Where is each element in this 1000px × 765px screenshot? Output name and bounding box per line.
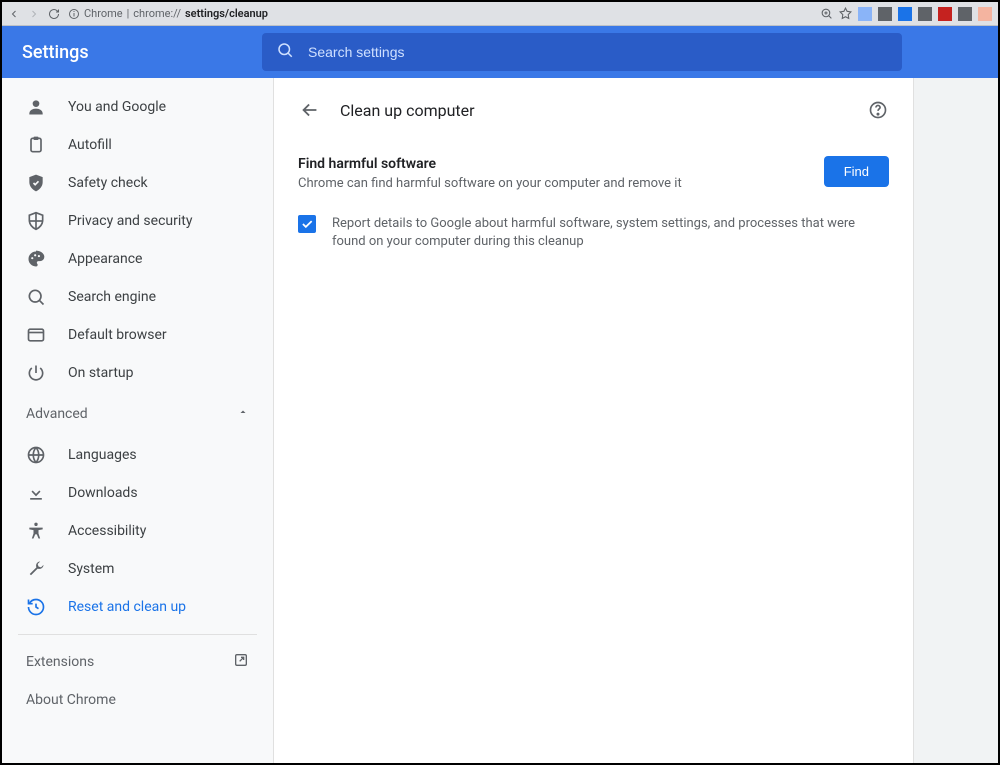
external-link-icon [233,652,249,672]
sidebar-item-on-startup[interactable]: On startup [2,354,273,392]
nav-back-icon[interactable] [8,8,20,20]
nav-forward-icon[interactable] [28,8,40,20]
chevron-up-icon [237,406,249,422]
sidebar-item-label: Safety check [68,175,148,191]
extension-icon[interactable] [878,7,892,21]
find-button[interactable]: Find [824,156,889,187]
search-settings-box[interactable] [262,33,902,71]
sidebar-item-you-and-google[interactable]: You and Google [2,88,273,126]
sidebar-item-label: Autofill [68,137,112,153]
sidebar-item-label: Reset and clean up [68,599,186,615]
sidebar: You and Google Autofill Safety check Pri… [2,78,274,763]
sidebar-item-label: On startup [68,365,134,381]
accessibility-icon [26,521,46,541]
extension-icon[interactable] [918,7,932,21]
address-path: settings/cleanup [185,7,268,20]
globe-icon [26,445,46,465]
shield-check-icon [26,173,46,193]
report-checkbox[interactable] [298,215,316,233]
sidebar-item-label: Downloads [68,485,138,501]
sidebar-divider [18,634,257,635]
person-icon [26,97,46,117]
sidebar-item-privacy-security[interactable]: Privacy and security [2,202,273,240]
restore-icon [26,597,46,617]
wrench-icon [26,559,46,579]
report-caption: Report details to Google about harmful s… [332,215,889,251]
address-scheme: chrome:// [133,7,181,20]
bookmark-star-icon[interactable] [839,7,852,20]
find-harmful-software-row: Find harmful software Chrome can find ha… [298,152,889,209]
sidebar-item-accessibility[interactable]: Accessibility [2,512,273,550]
site-info-icon[interactable] [68,8,80,20]
sidebar-advanced-toggle[interactable]: Advanced [2,392,273,436]
sidebar-item-safety-check[interactable]: Safety check [2,164,273,202]
nav-reload-icon[interactable] [48,8,60,20]
report-details-row: Report details to Google about harmful s… [298,209,889,251]
content-area: Clean up computer Find harmful software … [274,78,998,763]
sidebar-item-label: Privacy and security [68,213,192,229]
browser-window-icon [26,325,46,345]
sidebar-item-extensions[interactable]: Extensions [2,643,273,681]
find-description: Chrome can find harmful software on your… [298,176,682,191]
sidebar-item-label: Search engine [68,289,156,305]
sidebar-item-search-engine[interactable]: Search engine [2,278,273,316]
extension-icon[interactable] [958,7,972,21]
profile-avatar-icon[interactable] [978,7,992,21]
sidebar-item-languages[interactable]: Languages [2,436,273,474]
power-icon [26,363,46,383]
download-icon [26,483,46,503]
sidebar-item-label: You and Google [68,99,166,115]
address-bar[interactable]: Chrome | chrome://settings/cleanup [68,7,268,20]
sidebar-item-about-chrome[interactable]: About Chrome [2,681,273,719]
extension-icon[interactable] [858,7,872,21]
sidebar-item-system[interactable]: System [2,550,273,588]
sidebar-item-label: Accessibility [68,523,146,539]
search-input[interactable] [308,44,888,60]
clipboard-icon [26,135,46,155]
help-icon[interactable] [867,99,889,121]
search-icon [276,41,294,63]
address-host: Chrome [84,7,123,20]
sidebar-item-default-browser[interactable]: Default browser [2,316,273,354]
sidebar-item-label: Extensions [26,654,94,670]
sidebar-item-label: Languages [68,447,137,463]
browser-chrome-bar: Chrome | chrome://settings/cleanup [2,2,998,26]
extension-icon[interactable] [938,7,952,21]
sidebar-item-appearance[interactable]: Appearance [2,240,273,278]
settings-header: Settings [2,26,998,78]
security-icon [26,211,46,231]
sidebar-item-label: Default browser [68,327,167,343]
app-title: Settings [22,42,262,63]
back-button[interactable] [298,98,322,122]
sidebar-item-autofill[interactable]: Autofill [2,126,273,164]
zoom-icon[interactable] [820,7,833,20]
palette-icon [26,249,46,269]
search-icon [26,287,46,307]
extension-icon[interactable] [898,7,912,21]
sidebar-item-reset-cleanup[interactable]: Reset and clean up [2,588,273,626]
sidebar-advanced-label: Advanced [26,406,88,422]
sidebar-item-downloads[interactable]: Downloads [2,474,273,512]
find-heading: Find harmful software [298,156,682,172]
page-title: Clean up computer [340,101,849,120]
sidebar-item-label: About Chrome [26,692,116,708]
content-card: Clean up computer Find harmful software … [274,78,914,763]
sidebar-item-label: System [68,561,114,577]
sidebar-item-label: Appearance [68,251,142,267]
